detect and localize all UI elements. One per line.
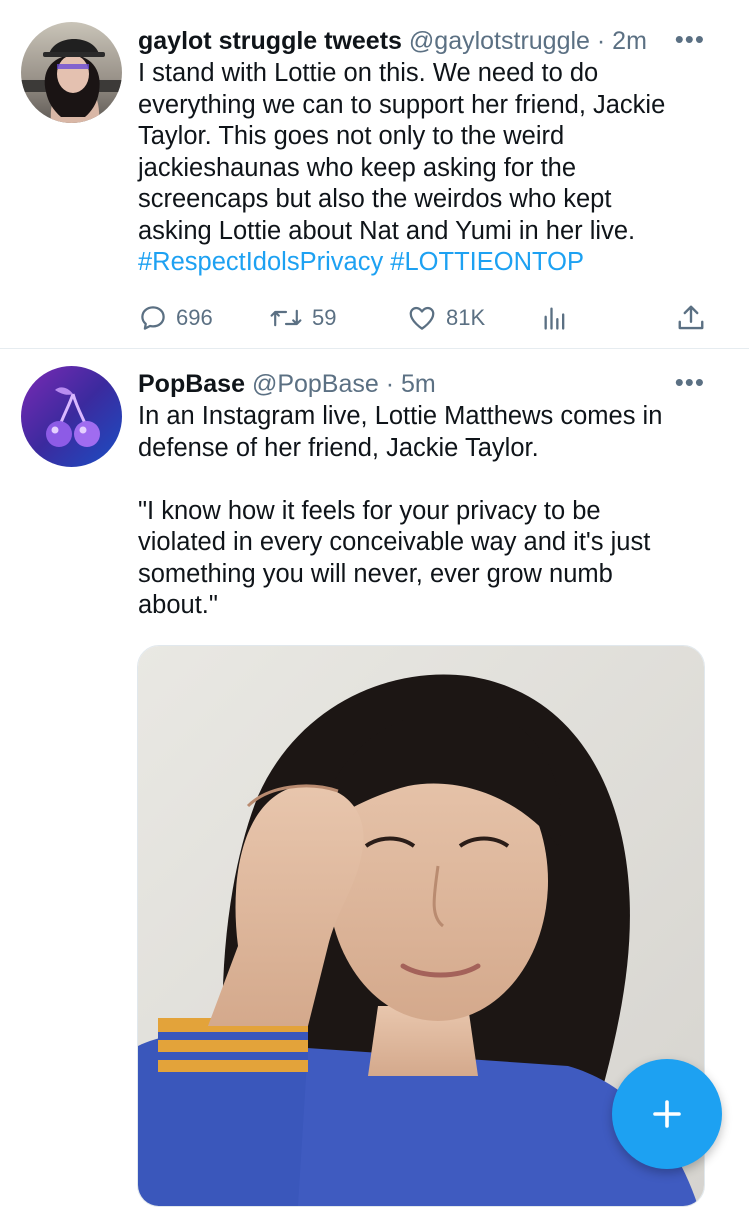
tweet-text: I stand with Lottie on this. We need to …: [138, 58, 723, 279]
compose-tweet-button[interactable]: [612, 1059, 722, 1169]
tweet-gaylotstruggle[interactable]: gaylot struggle tweets @gaylotstruggle ·…: [0, 0, 749, 349]
reply-bubble-icon: [141, 306, 165, 330]
avatar[interactable]: [21, 366, 122, 467]
reply-count: 696: [176, 305, 213, 330]
handle[interactable]: @gaylotstruggle: [409, 27, 590, 55]
reply-button[interactable]: 696: [138, 298, 213, 338]
tweet-text-line: defense of her friend, Jackie Taylor.: [138, 433, 539, 462]
hashtag-link[interactable]: #LOTTIEONTOP: [390, 248, 584, 276]
display-name[interactable]: gaylot struggle tweets: [138, 27, 402, 55]
tweet-header: gaylot struggle tweets @gaylotstruggle ·…: [138, 24, 729, 58]
more-horizontal-icon[interactable]: •••: [675, 367, 705, 397]
tweet-actions: 696 59 81K: [138, 298, 718, 338]
handle[interactable]: @PopBase: [252, 370, 379, 398]
tweet-text-line: "I know how it feels for your privacy to…: [138, 496, 601, 525]
timestamp[interactable]: 5m: [401, 370, 436, 398]
tweet-text-line: something you will never, ever grow numb: [138, 559, 613, 588]
tweet-text-line: In an Instagram live, Lottie Matthews co…: [138, 402, 663, 430]
bar-chart-icon: [544, 307, 565, 330]
tweet-header: PopBase @PopBase · 5m •••: [138, 367, 729, 401]
tweet-text-line: I stand with Lottie on this. We need to …: [138, 59, 599, 87]
timestamp[interactable]: 2m: [612, 27, 647, 55]
heart-icon: [409, 306, 435, 330]
tweet-text-line: Taylor. This goes not only to the weird: [138, 122, 565, 150]
tweet-text-line: screencaps but also the weirdos who kept: [138, 185, 612, 213]
analytics-button[interactable]: [541, 298, 569, 338]
share-button[interactable]: [676, 298, 706, 338]
tweet-text-line: everything we can to support her friend,…: [138, 90, 666, 119]
tweet-text-line: about.": [138, 591, 218, 619]
more-horizontal-icon[interactable]: •••: [675, 24, 705, 54]
retweet-button[interactable]: 59: [268, 298, 336, 338]
avatar[interactable]: [21, 22, 122, 123]
display-name[interactable]: PopBase: [138, 370, 245, 398]
hashtag-link[interactable]: #RespectIdolsPrivacy: [138, 248, 383, 276]
separator-dot: ·: [596, 27, 606, 55]
share-upload-icon: [678, 305, 704, 330]
tweet-text-line: asking Lottie about Nat and Yumi in her …: [138, 216, 636, 245]
plus-icon: [653, 1100, 681, 1128]
retweet-arrows-icon: [270, 309, 302, 327]
retweet-count: 59: [312, 305, 337, 330]
avatar-photo: [21, 22, 122, 123]
like-button[interactable]: 81K: [406, 298, 485, 338]
tweet-text-line: jackieshaunas who keep asking for the: [138, 153, 577, 182]
separator-dot: ·: [385, 370, 395, 398]
cherry-icon: [21, 366, 122, 467]
tweet-text-line: violated in every conceivable way and it…: [138, 528, 651, 556]
like-count: 81K: [446, 305, 486, 330]
tweet-text: In an Instagram live, Lottie Matthews co…: [138, 401, 723, 622]
